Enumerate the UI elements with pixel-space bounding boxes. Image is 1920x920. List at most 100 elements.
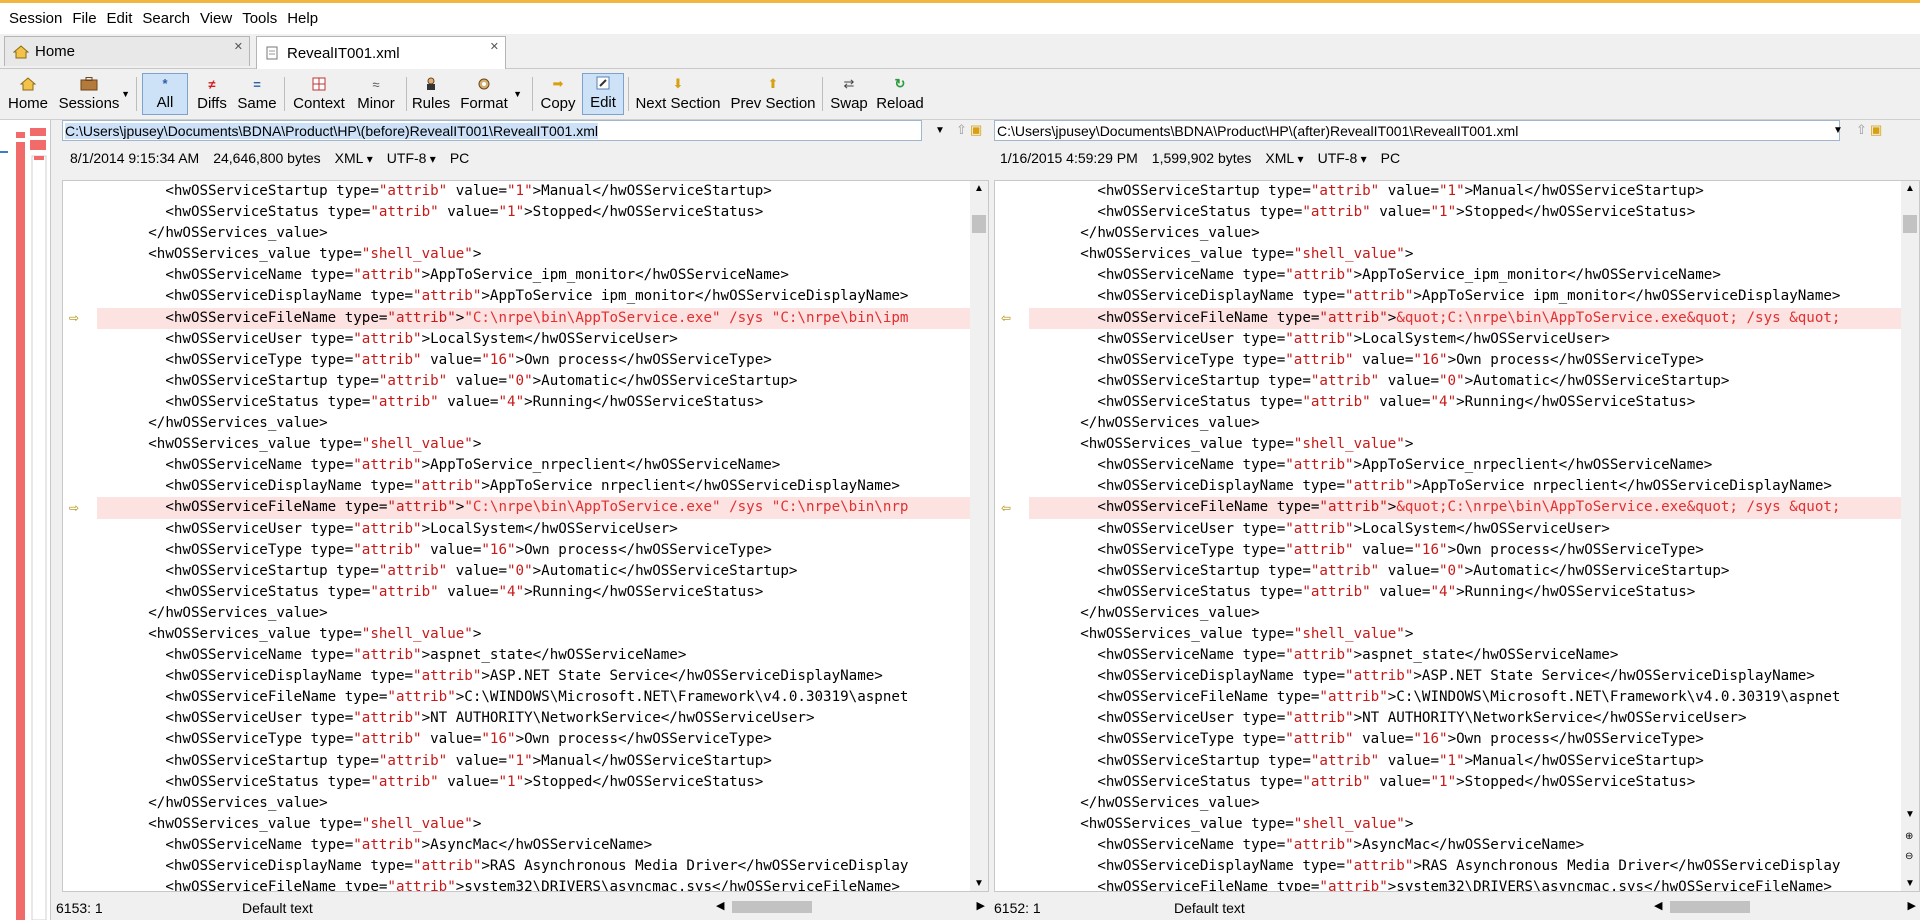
chevron-down-icon[interactable]: ▼: [1830, 120, 1846, 141]
tab-revealit[interactable]: RevealIT001.xml ✕: [256, 36, 506, 69]
code-line[interactable]: <hwOSServiceStartup type="attrib" value=…: [1029, 561, 1901, 582]
code-line[interactable]: <hwOSServiceFileName type="attrib">C:\WI…: [97, 687, 970, 708]
code-line[interactable]: <hwOSServiceType type="attrib" value="16…: [1029, 729, 1901, 750]
up-arrow-icon[interactable]: ⇧: [956, 122, 967, 138]
folder-icon[interactable]: ▣: [1870, 122, 1882, 138]
scroll-thumb[interactable]: [1670, 901, 1750, 913]
format-button[interactable]: Format ▼: [458, 73, 522, 115]
code-line[interactable]: <hwOSServiceStatus type="attrib" value="…: [1029, 392, 1901, 413]
left-horizontal-scrollbar[interactable]: ◀ ▶: [712, 898, 989, 916]
code-line[interactable]: <hwOSServiceName type="attrib">AsyncMac<…: [1029, 835, 1901, 856]
code-line[interactable]: <hwOSServiceStartup type="attrib" value=…: [97, 561, 970, 582]
code-line[interactable]: <hwOSServiceUser type="attrib">LocalSyst…: [97, 519, 970, 540]
code-line[interactable]: <hwOSServiceUser type="attrib">LocalSyst…: [1029, 519, 1901, 540]
all-filter-button[interactable]: * All: [142, 73, 188, 115]
menu-search[interactable]: Search: [137, 5, 195, 33]
left-format-select[interactable]: XML: [335, 150, 373, 166]
code-line[interactable]: <hwOSServiceFileName type="attrib">&quot…: [1029, 307, 1901, 329]
copy-left-arrow-icon[interactable]: ⇦: [1001, 311, 1011, 325]
chevron-down-icon[interactable]: ▼: [932, 120, 948, 141]
code-line[interactable]: <hwOSServices_value type="shell_value">: [1029, 814, 1901, 835]
menu-help[interactable]: Help: [282, 5, 323, 33]
left-editor[interactable]: ⇨ ⇨ <hwOSServiceStartup type="attrib" val…: [62, 180, 989, 892]
minor-button[interactable]: ≈ Minor: [352, 73, 400, 115]
code-line[interactable]: <hwOSServiceName type="attrib">AppToServ…: [1029, 455, 1901, 476]
sessions-button[interactable]: Sessions ▼: [59, 73, 130, 115]
code-line[interactable]: <hwOSServiceStatus type="attrib" value="…: [97, 202, 970, 223]
close-icon[interactable]: ✕: [490, 40, 499, 53]
code-line[interactable]: <hwOSServiceDisplayName type="attrib">Ap…: [1029, 286, 1901, 307]
code-line[interactable]: <hwOSServiceFileName type="attrib">"C:\n…: [97, 307, 970, 329]
right-code[interactable]: <hwOSServiceStartup type="attrib" value=…: [1029, 181, 1901, 891]
tab-home[interactable]: Home ✕: [4, 36, 250, 66]
code-line[interactable]: <hwOSServiceType type="attrib" value="16…: [97, 350, 970, 371]
copy-button[interactable]: ➡ Copy: [538, 73, 578, 115]
code-line[interactable]: <hwOSServiceStartup type="attrib" value=…: [97, 751, 970, 772]
code-line[interactable]: <hwOSServiceUser type="attrib">LocalSyst…: [1029, 329, 1901, 350]
code-line[interactable]: <hwOSServices_value type="shell_value">: [97, 814, 970, 835]
close-icon[interactable]: ✕: [234, 40, 243, 53]
code-line[interactable]: <hwOSServiceFileName type="attrib">"C:\n…: [97, 497, 970, 519]
right-path-input[interactable]: C:\Users\jpusey\Documents\BDNA\Product\H…: [994, 120, 1840, 141]
code-line[interactable]: <hwOSServiceFileName type="attrib">&quot…: [1029, 497, 1901, 519]
code-line[interactable]: <hwOSServiceStatus type="attrib" value="…: [1029, 202, 1901, 223]
code-line[interactable]: <hwOSServices_value type="shell_value">: [1029, 624, 1901, 645]
code-line[interactable]: </hwOSServices_value>: [1029, 603, 1901, 624]
code-line[interactable]: <hwOSServiceDisplayName type="attrib">Ap…: [1029, 476, 1901, 497]
code-line[interactable]: </hwOSServices_value>: [97, 793, 970, 814]
copy-right-arrow-icon[interactable]: ⇨: [69, 501, 79, 515]
code-line[interactable]: <hwOSServiceStatus type="attrib" value="…: [97, 772, 970, 793]
edit-button[interactable]: Edit: [582, 73, 624, 115]
left-code[interactable]: <hwOSServiceStartup type="attrib" value=…: [97, 181, 970, 891]
code-line[interactable]: </hwOSServices_value>: [1029, 413, 1901, 434]
code-line[interactable]: <hwOSServiceFileName type="attrib">syste…: [1029, 877, 1901, 891]
right-horizontal-scrollbar[interactable]: ◀ ▶: [1650, 898, 1920, 916]
right-lineend[interactable]: PC: [1381, 150, 1400, 166]
left-lineend[interactable]: PC: [450, 150, 469, 166]
scroll-thumb[interactable]: [732, 901, 812, 913]
code-line[interactable]: <hwOSServiceType type="attrib" value="16…: [1029, 540, 1901, 561]
home-button[interactable]: Home: [6, 73, 50, 115]
code-line[interactable]: <hwOSServiceStartup type="attrib" value=…: [1029, 751, 1901, 772]
diffs-filter-button[interactable]: ≠ Diffs: [192, 73, 232, 115]
reload-button[interactable]: ↻ Reload: [874, 73, 926, 115]
code-line[interactable]: <hwOSServiceFileName type="attrib">syste…: [97, 877, 970, 891]
menu-tools[interactable]: Tools: [237, 5, 282, 33]
code-line[interactable]: <hwOSServiceName type="attrib">AppToServ…: [97, 455, 970, 476]
code-line[interactable]: <hwOSServiceType type="attrib" value="16…: [97, 540, 970, 561]
code-line[interactable]: <hwOSServiceUser type="attrib">NT AUTHOR…: [1029, 708, 1901, 729]
left-vertical-scrollbar[interactable]: ▲ ▼: [970, 181, 988, 891]
code-line[interactable]: <hwOSServiceDisplayName type="attrib">Ap…: [97, 286, 970, 307]
code-line[interactable]: <hwOSServiceStatus type="attrib" value="…: [1029, 582, 1901, 603]
next-section-button[interactable]: ⬇ Next Section: [634, 73, 722, 115]
code-line[interactable]: <hwOSServices_value type="shell_value">: [97, 624, 970, 645]
code-line[interactable]: <hwOSServiceStartup type="attrib" value=…: [97, 181, 970, 202]
scroll-thumb[interactable]: [972, 215, 986, 233]
rules-button[interactable]: Rules: [410, 73, 452, 115]
right-vertical-scrollbar[interactable]: ▲ ▼ ⊕ ⊖ ▼: [1901, 181, 1919, 891]
code-line[interactable]: <hwOSServiceUser type="attrib">NT AUTHOR…: [97, 708, 970, 729]
code-line[interactable]: <hwOSServiceStatus type="attrib" value="…: [1029, 772, 1901, 793]
chevron-down-icon[interactable]: ▼: [513, 89, 522, 99]
menu-file[interactable]: File: [67, 5, 101, 33]
code-line[interactable]: <hwOSServiceName type="attrib">AppToServ…: [97, 265, 970, 286]
code-line[interactable]: <hwOSServiceType type="attrib" value="16…: [1029, 350, 1901, 371]
left-path-input[interactable]: C:\Users\jpusey\Documents\BDNA\Product\H…: [62, 120, 922, 141]
code-line[interactable]: <hwOSServiceName type="attrib">AsyncMac<…: [97, 835, 970, 856]
right-format-select[interactable]: XML: [1265, 150, 1303, 166]
code-line[interactable]: </hwOSServices_value>: [1029, 223, 1901, 244]
left-encoding-select[interactable]: UTF-8: [387, 150, 436, 166]
folder-icon[interactable]: ▣: [970, 122, 982, 138]
context-button[interactable]: Context: [290, 73, 348, 115]
up-arrow-icon[interactable]: ⇧: [1856, 122, 1867, 138]
code-line[interactable]: <hwOSServiceStartup type="attrib" value=…: [1029, 371, 1901, 392]
code-line[interactable]: <hwOSServiceDisplayName type="attrib">Ap…: [97, 476, 970, 497]
right-encoding-select[interactable]: UTF-8: [1318, 150, 1367, 166]
menu-view[interactable]: View: [195, 5, 237, 33]
diff-overview[interactable]: [0, 120, 51, 920]
code-line[interactable]: <hwOSServiceStartup type="attrib" value=…: [97, 371, 970, 392]
chevron-down-icon[interactable]: ▼: [121, 89, 130, 99]
code-line[interactable]: </hwOSServices_value>: [97, 223, 970, 244]
code-line[interactable]: <hwOSServiceStatus type="attrib" value="…: [97, 582, 970, 603]
code-line[interactable]: <hwOSServiceDisplayName type="attrib">RA…: [1029, 856, 1901, 877]
